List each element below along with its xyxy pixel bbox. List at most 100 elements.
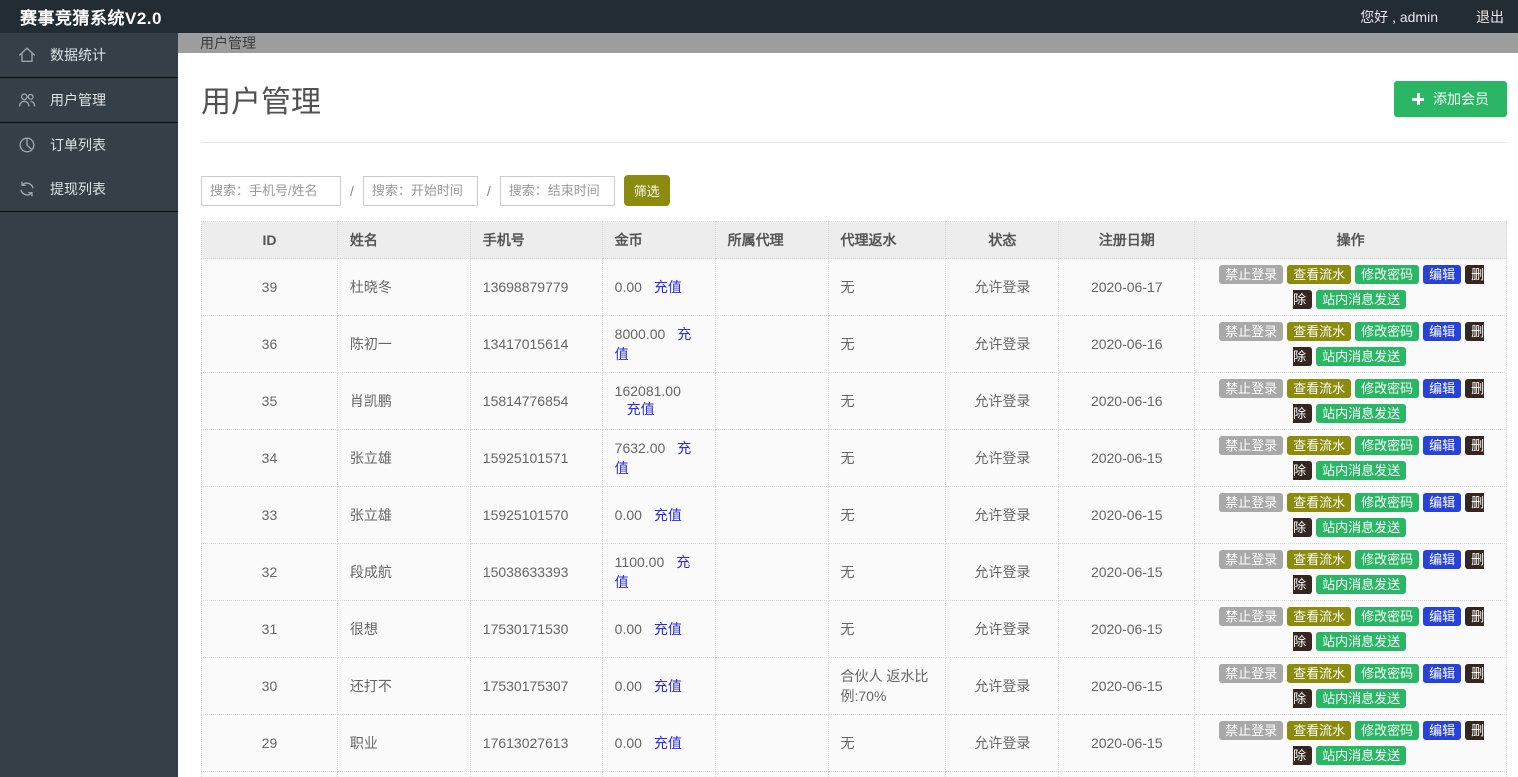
sidebar-item-statistics[interactable]: 数据统计 xyxy=(0,33,178,78)
view-flow-button[interactable]: 查看流水 xyxy=(1287,721,1352,740)
send-message-button[interactable]: 站内消息发送 xyxy=(1316,290,1407,309)
forbid-login-button[interactable]: 禁止登录 xyxy=(1219,550,1284,569)
table-row: 29 职业 17613027613 0.00 充值无允许登录 2020-06-15 禁止登录… xyxy=(201,714,1507,772)
sidebar-item-label: 用户管理 xyxy=(50,92,106,108)
view-flow-button[interactable]: 查看流水 xyxy=(1287,379,1352,398)
app-title: 赛事竞猜系统V2.0 xyxy=(20,9,162,28)
change-password-button[interactable]: 修改密码 xyxy=(1355,721,1420,740)
recharge-link[interactable]: 充值 xyxy=(654,621,682,637)
recharge-link[interactable]: 充值 xyxy=(654,279,682,295)
recharge-link[interactable]: 充值 xyxy=(654,507,682,523)
gold-value: 0.00 xyxy=(614,621,642,637)
cell-gold: 0.00 充值 xyxy=(601,600,716,658)
search-start-time-input[interactable] xyxy=(362,175,478,206)
gold-value: 1100.00 xyxy=(614,554,665,570)
view-flow-button[interactable]: 查看流水 xyxy=(1287,664,1352,683)
edit-button[interactable]: 编辑 xyxy=(1423,322,1462,341)
plus-icon xyxy=(1412,93,1424,105)
search-end-time-input[interactable] xyxy=(499,175,615,206)
sidebar-item-withdrawals[interactable]: 提现列表 xyxy=(0,167,178,212)
edit-button[interactable]: 编辑 xyxy=(1423,550,1462,569)
change-password-button[interactable]: 修改密码 xyxy=(1355,322,1420,341)
send-message-button[interactable]: 站内消息发送 xyxy=(1316,689,1407,708)
change-password-button[interactable]: 修改密码 xyxy=(1355,550,1420,569)
column-header: 代理返水 xyxy=(827,221,947,259)
edit-button[interactable]: 编辑 xyxy=(1423,265,1462,284)
recharge-link[interactable]: 充值 xyxy=(654,735,682,751)
cell-gold: 0.00 充值 xyxy=(601,258,716,316)
cell-id: 32 xyxy=(201,543,338,601)
cell-actions: 禁止登录查看流水修改密码编辑删除站内消息发送 xyxy=(1194,429,1507,487)
recharge-link[interactable]: 充值 xyxy=(627,401,655,417)
cell-rebate: 无 xyxy=(827,600,947,658)
sidebar: 数据统计 用户管理 订单列表 提现列表 xyxy=(0,33,178,777)
recharge-link[interactable]: 充值 xyxy=(654,678,682,694)
cell-agent xyxy=(714,258,829,316)
send-message-button[interactable]: 站内消息发送 xyxy=(1316,746,1407,765)
sidebar-item-label: 数据统计 xyxy=(50,47,106,63)
gold-value: 0.00 xyxy=(614,507,642,523)
cell-actions: 禁止登录查看流水修改密码编辑删除站内消息发送 xyxy=(1194,543,1507,601)
view-flow-button[interactable]: 查看流水 xyxy=(1287,607,1352,626)
breadcrumb-label: 用户管理 xyxy=(200,35,256,51)
view-flow-button[interactable]: 查看流水 xyxy=(1287,436,1352,455)
change-password-button[interactable]: 修改密码 xyxy=(1355,379,1420,398)
edit-button[interactable]: 编辑 xyxy=(1423,664,1462,683)
logout-link[interactable]: 退出 xyxy=(1476,7,1504,27)
cell-gold: 0.00 充值 xyxy=(601,714,716,772)
view-flow-button[interactable]: 查看流水 xyxy=(1287,265,1352,284)
edit-button[interactable]: 编辑 xyxy=(1423,721,1462,740)
send-message-button[interactable]: 站内消息发送 xyxy=(1316,461,1407,480)
forbid-login-button[interactable]: 禁止登录 xyxy=(1219,721,1284,740)
edit-button[interactable]: 编辑 xyxy=(1423,436,1462,455)
forbid-login-button[interactable]: 禁止登录 xyxy=(1219,265,1284,284)
change-password-button[interactable]: 修改密码 xyxy=(1355,607,1420,626)
sidebar-item-orders[interactable]: 订单列表 xyxy=(0,123,178,167)
cell-id: 33 xyxy=(201,486,338,544)
add-member-label: 添加会员 xyxy=(1433,91,1489,107)
filter-submit-button[interactable]: 筛选 xyxy=(623,175,670,206)
page-title: 用户管理 xyxy=(201,86,321,119)
send-message-button[interactable]: 站内消息发送 xyxy=(1316,518,1407,537)
send-message-button[interactable]: 站内消息发送 xyxy=(1316,404,1407,423)
gold-value: 0.00 xyxy=(614,279,642,295)
search-keyword-input[interactable] xyxy=(201,175,341,206)
table-row: 27菜徐坤173467717760.00充值 代理商 返水比例:23%允许登录20… xyxy=(201,771,1507,777)
forbid-login-button[interactable]: 禁止登录 xyxy=(1219,379,1284,398)
change-password-button[interactable]: 修改密码 xyxy=(1355,436,1420,455)
add-member-button[interactable]: 添加会员 xyxy=(1394,81,1507,117)
cell-rebate: 无 xyxy=(827,429,947,487)
cell-agent xyxy=(714,429,829,487)
cell-rebate: 无 xyxy=(827,543,947,601)
view-flow-button[interactable]: 查看流水 xyxy=(1287,493,1352,512)
edit-button[interactable]: 编辑 xyxy=(1423,493,1462,512)
cell-id: 35 xyxy=(201,372,338,430)
edit-button[interactable]: 编辑 xyxy=(1423,379,1462,398)
change-password-button[interactable]: 修改密码 xyxy=(1355,664,1420,683)
send-message-button[interactable]: 站内消息发送 xyxy=(1316,575,1407,594)
forbid-login-button[interactable]: 禁止登录 xyxy=(1219,607,1284,626)
view-flow-button[interactable]: 查看流水 xyxy=(1287,550,1352,569)
forbid-login-button[interactable]: 禁止登录 xyxy=(1219,493,1284,512)
change-password-button[interactable]: 修改密码 xyxy=(1355,493,1420,512)
cell-name: 还打不 xyxy=(336,657,471,715)
sidebar-item-users[interactable]: 用户管理 xyxy=(0,78,178,123)
cell-status: 允许登录 xyxy=(945,657,1060,715)
send-message-button[interactable]: 站内消息发送 xyxy=(1316,632,1407,651)
forbid-login-button[interactable]: 禁止登录 xyxy=(1219,436,1284,455)
cell-register-date: 2020-06-15 xyxy=(1058,714,1196,772)
cell-name: 很想 xyxy=(336,600,471,658)
forbid-login-button[interactable]: 禁止登录 xyxy=(1219,664,1284,683)
cell-name: 段成航 xyxy=(336,543,471,601)
cell-rebate: 合伙人 返水比例:70% xyxy=(827,657,947,715)
edit-button[interactable]: 编辑 xyxy=(1423,607,1462,626)
cell-register-date: 2020-06-16 xyxy=(1058,315,1196,373)
gold-value: 7632.00 xyxy=(614,440,666,456)
table-row: 34 张立雄 15925101571 7632.00 充值 无允许登录 2020-06-15… xyxy=(201,429,1507,487)
change-password-button[interactable]: 修改密码 xyxy=(1355,265,1420,284)
forbid-login-button[interactable]: 禁止登录 xyxy=(1219,322,1284,341)
cell-actions: 禁止登录查看流水修改密码编辑删除站内消息发送 xyxy=(1194,600,1507,658)
send-message-button[interactable]: 站内消息发送 xyxy=(1316,347,1407,366)
view-flow-button[interactable]: 查看流水 xyxy=(1287,322,1352,341)
cell-status: 允许登录 xyxy=(945,714,1060,772)
